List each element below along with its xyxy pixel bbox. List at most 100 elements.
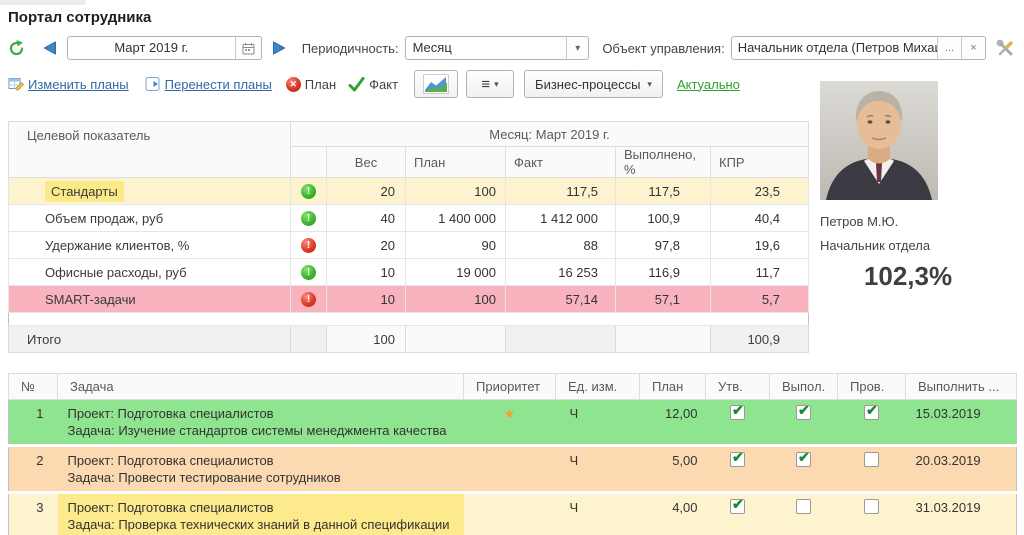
kpi-row-standards[interactable]: Стандарты ! 20 100 117,5 117,5 23,5 [9,178,809,205]
kpi-plan: 19 000 [406,259,506,286]
kpi-header-kpr: КПР [711,147,809,178]
task-project: Проект: Подготовка специалистов [68,499,454,516]
actual-link[interactable]: Актуально [677,77,740,92]
kpi-fact: 16 253 [506,259,616,286]
task-plan: 4,00 [640,493,706,535]
tasks-header-approved: Утв. [706,374,770,400]
task-title: Задача: Провести тестирование сотруднико… [68,469,454,486]
checkbox-approved[interactable] [730,452,745,467]
checkbox-approved[interactable] [730,405,745,420]
kpi-kpr: 19,6 [711,232,809,259]
plan-label: План [305,77,336,92]
move-plans-link[interactable]: Перенести планы [165,77,272,92]
kpi-weight: 10 [327,259,406,286]
object-picker-button[interactable]: ... [937,37,961,59]
actions-toolbar: Изменить планы Перенести планы ✕ План Фа… [8,69,810,99]
task-due-date: 31.03.2019 [906,493,1017,535]
task-plan: 5,00 [640,446,706,493]
status-exclamation-icon: ! [301,292,316,307]
kpi-header-month-group: Месяц: Март 2019 г. [291,122,809,147]
window-tab-artifact [0,0,86,5]
kpi-weight: 20 [327,178,406,205]
next-period-icon[interactable] [272,41,287,56]
task-row-3[interactable]: 3 Проект: Подготовка специалистовЗадача:… [9,493,1017,535]
task-number: 2 [9,446,58,493]
kpi-header-status [291,147,327,178]
kpi-kpr: 40,4 [711,205,809,232]
period-date-field: Март 2019 г. [67,36,262,60]
chevron-down-icon[interactable]: ▾ [566,37,588,59]
employee-position: Начальник отдела [820,238,1008,253]
checkbox-completed[interactable] [796,405,811,420]
checkbox-checked[interactable] [864,499,879,514]
business-processes-button[interactable]: Бизнес-процессы ▾ [524,70,663,98]
kpi-row-smart[interactable]: SMART-задачи ! 10 100 57,14 57,1 5,7 [9,286,809,313]
refresh-icon[interactable] [8,39,25,57]
kpi-done: 100,9 [616,205,711,232]
management-object-label: Объект управления: [602,41,724,56]
tasks-header-unit: Ед. изм. [556,374,640,400]
menu-button[interactable]: ≡▾ [466,70,514,98]
status-exclamation-icon: ! [301,211,316,226]
task-project: Проект: Подготовка специалистов [68,405,454,422]
main-area: Изменить планы Перенести планы ✕ План Фа… [8,69,1016,353]
kpi-row-sales[interactable]: Объем продаж, руб ! 40 1 400 000 1 412 0… [9,205,809,232]
employee-profile-panel: Петров М.Ю. Начальник отдела 102,3% [810,69,1008,353]
checkbox-completed[interactable] [796,499,811,514]
kpi-kpr: 5,7 [711,286,809,313]
previous-period-icon[interactable] [42,41,57,56]
period-date-input[interactable]: Март 2019 г. [68,37,235,59]
edit-plans-icon [8,76,24,92]
business-processes-label: Бизнес-процессы [535,77,640,92]
management-object-input[interactable]: Начальник отдела (Петров Михаил Юрье [732,37,937,59]
task-unit: Ч [556,400,640,446]
checkbox-completed[interactable] [796,452,811,467]
kpi-fact: 117,5 [506,178,616,205]
task-title: Задача: Проверка технических знаний в да… [68,516,454,533]
chart-button[interactable] [414,70,458,98]
settings-wrench-icon[interactable] [995,37,1016,59]
kpi-row-expenses[interactable]: Офисные расходы, руб ! 10 19 000 16 253 … [9,259,809,286]
chevron-down-icon: ▾ [647,79,652,90]
status-exclamation-icon: ! [301,238,316,253]
employee-photo [820,81,938,200]
task-due-date: 15.03.2019 [906,400,1017,446]
kpi-done: 97,8 [616,232,711,259]
kpi-weight: 10 [327,286,406,313]
task-due-date: 20.03.2019 [906,446,1017,493]
task-plan: 12,00 [640,400,706,446]
edit-plans-link[interactable]: Изменить планы [28,77,129,92]
periodicity-value: Месяц [406,37,567,59]
kpi-plan: 100 [406,286,506,313]
priority-star-icon: ★ [504,406,516,421]
kpi-spacer-row [9,313,809,326]
kpi-name: Объем продаж, руб [9,205,291,232]
object-clear-button[interactable]: × [961,37,985,59]
task-number: 3 [9,493,58,535]
kpi-plan: 100 [406,178,506,205]
kpi-row-retention[interactable]: Удержание клиентов, % ! 20 90 88 97,8 19… [9,232,809,259]
task-unit: Ч [556,493,640,535]
task-row-1[interactable]: 1 Проект: Подготовка специалистовЗадача:… [9,400,1017,446]
checkbox-checked[interactable] [864,405,879,420]
checkbox-checked[interactable] [864,452,879,467]
kpi-plan: 1 400 000 [406,205,506,232]
task-number: 1 [9,400,58,446]
employee-portal-page: Портал сотрудника Март 2019 г. Периодичн… [0,0,1024,535]
checkbox-approved[interactable] [730,499,745,514]
task-row-2[interactable]: 2 Проект: Подготовка специалистовЗадача:… [9,446,1017,493]
calendar-icon[interactable] [235,37,261,59]
employee-total-percent: 102,3% [820,261,996,292]
kpi-done: 57,1 [616,286,711,313]
kpi-done: 116,9 [616,259,711,286]
employee-name: Петров М.Ю. [820,214,1008,229]
period-controls-row: Март 2019 г. Периодичность: Месяц ▾ Объе… [8,35,1016,61]
kpi-header-fact: Факт [506,147,616,178]
kpi-name: Офисные расходы, руб [9,259,291,286]
kpi-fact: 57,14 [506,286,616,313]
kpi-name-selected: Стандарты [45,181,124,202]
kpi-header-plan: План [406,147,506,178]
fact-label: Факт [369,77,398,92]
periodicity-select[interactable]: Месяц ▾ [405,36,590,60]
kpi-fact: 88 [506,232,616,259]
